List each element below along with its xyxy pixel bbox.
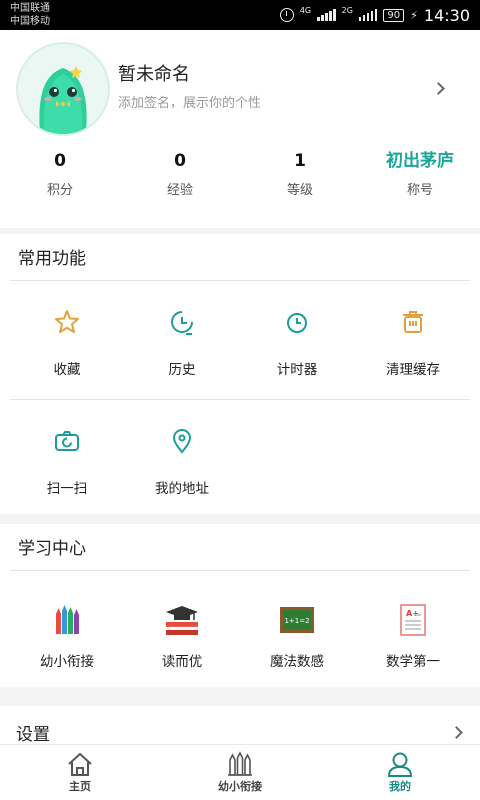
stat-points[interactable]: 0 积分 — [0, 148, 120, 208]
stat-label: 称号 — [406, 183, 433, 198]
network-type-2: 2G — [341, 6, 353, 15]
status-icons: 4G 2G 90 ⚡ 14:30 — [279, 0, 470, 30]
stat-label: 经验 — [166, 183, 193, 198]
location-pin-icon — [172, 429, 192, 454]
function-label: 计时器 — [276, 362, 318, 378]
signal-icon-2 — [358, 9, 378, 21]
stat-level[interactable]: 1 等级 — [240, 148, 360, 208]
alarm-icon — [279, 8, 294, 22]
study-label: 幼小衔接 — [40, 654, 94, 670]
timer-icon — [287, 313, 307, 333]
study-label: 魔法数感 — [270, 654, 324, 670]
divider — [10, 399, 470, 400]
grade-paper-icon: A+ — [400, 604, 426, 636]
pencils-outline-icon — [228, 751, 252, 776]
math-first-button[interactable]: A+ 数学第一 — [353, 600, 473, 700]
signal-icon — [317, 9, 336, 21]
settings-label: 设置 — [16, 725, 50, 745]
scan-button[interactable]: 扫一扫 — [7, 419, 127, 519]
tab-mine[interactable]: 我的 — [320, 745, 480, 800]
tab-kindergarten-bridge[interactable]: 幼小衔接 — [160, 745, 320, 800]
avatar[interactable] — [16, 42, 110, 136]
function-label: 我的地址 — [155, 481, 209, 497]
tab-label: 我的 — [389, 780, 411, 793]
profile-card: 暂未命名 添加签名，展示你的个性 0 积分 0 经验 1 等级 初出茅庐 称号 — [0, 30, 480, 228]
board-text: 1+1=2 — [284, 617, 309, 625]
timer-button[interactable]: 计时器 — [237, 300, 357, 400]
stat-value: 初出茅庐 — [386, 151, 454, 171]
status-bar: 中国联通 中国移动 4G 2G 90 ⚡ 14:30 — [0, 0, 480, 30]
bottom-tab-bar: 主页 幼小衔接 我的 — [0, 744, 480, 800]
function-label: 清理缓存 — [386, 362, 440, 378]
chevron-right-icon — [450, 726, 463, 739]
section-title: 学习中心 — [18, 539, 86, 559]
clock-time: 14:30 — [423, 5, 470, 25]
carrier-names: 中国联通 中国移动 — [10, 2, 50, 28]
signature[interactable]: 添加签名，展示你的个性 — [118, 92, 261, 111]
star-icon — [55, 310, 79, 333]
clear-cache-button[interactable]: 清理缓存 — [353, 300, 473, 400]
study-label: 数学第一 — [386, 654, 440, 670]
tab-label: 幼小衔接 — [218, 780, 262, 793]
username[interactable]: 暂未命名 — [118, 60, 190, 86]
section-title: 常用功能 — [18, 249, 86, 269]
stat-experience[interactable]: 0 经验 — [120, 148, 240, 208]
stat-label: 等级 — [286, 183, 313, 198]
stat-value: 0 — [54, 151, 66, 171]
carrier-2: 中国移动 — [10, 16, 50, 27]
mascot-icon — [39, 66, 87, 134]
function-label: 历史 — [168, 362, 196, 378]
charging-icon: ⚡ — [410, 8, 418, 22]
math-blackboard-icon: 1+1=2 — [280, 607, 314, 633]
my-address-button[interactable]: 我的地址 — [122, 419, 242, 519]
battery-icon: 90 — [383, 8, 405, 22]
home-icon — [68, 752, 92, 776]
carrier-1: 中国联通 — [10, 3, 50, 14]
scan-camera-icon — [55, 431, 79, 451]
magic-math-button[interactable]: 1+1=2 魔法数感 — [237, 600, 357, 700]
study-center-section: 学习中心 幼小衔接 读而优 1+1=2 魔法数感 A+ 数学第一 — [0, 524, 480, 687]
app-screen: 中国联通 中国移动 4G 2G 90 ⚡ 14:30 暂未命名 添加签名，展示你… — [0, 0, 480, 800]
favorites-button[interactable]: 收藏 — [7, 300, 127, 400]
divider — [10, 570, 470, 571]
kindergarten-bridge-button[interactable]: 幼小衔接 — [7, 600, 127, 700]
function-label: 收藏 — [53, 362, 81, 378]
stat-value: 1 — [294, 151, 306, 171]
reading-button[interactable]: 读而优 — [122, 600, 242, 700]
network-type-1: 4G — [299, 6, 312, 15]
chevron-right-icon[interactable] — [432, 82, 445, 95]
pencils-icon — [56, 605, 79, 634]
trash-icon — [403, 311, 423, 333]
study-label: 读而优 — [161, 654, 203, 670]
common-functions-section: 常用功能 收藏 历史 计时器 清理缓存 扫一扫 我的地址 — [0, 234, 480, 514]
paper-grade-text: A+ — [406, 609, 419, 618]
history-clock-icon — [171, 311, 193, 335]
stat-value: 0 — [174, 151, 186, 171]
user-icon — [387, 752, 413, 777]
stat-label: 积分 — [46, 183, 73, 198]
graduation-books-icon — [166, 606, 199, 635]
stats-row: 0 积分 0 经验 1 等级 初出茅庐 称号 — [0, 148, 480, 208]
stat-title[interactable]: 初出茅庐 称号 — [360, 148, 480, 208]
tab-home[interactable]: 主页 — [0, 745, 160, 800]
divider — [10, 280, 470, 281]
settings-row[interactable]: 设置 — [0, 706, 480, 745]
history-button[interactable]: 历史 — [122, 300, 242, 400]
tab-label: 主页 — [69, 780, 91, 793]
function-label: 扫一扫 — [46, 481, 88, 497]
